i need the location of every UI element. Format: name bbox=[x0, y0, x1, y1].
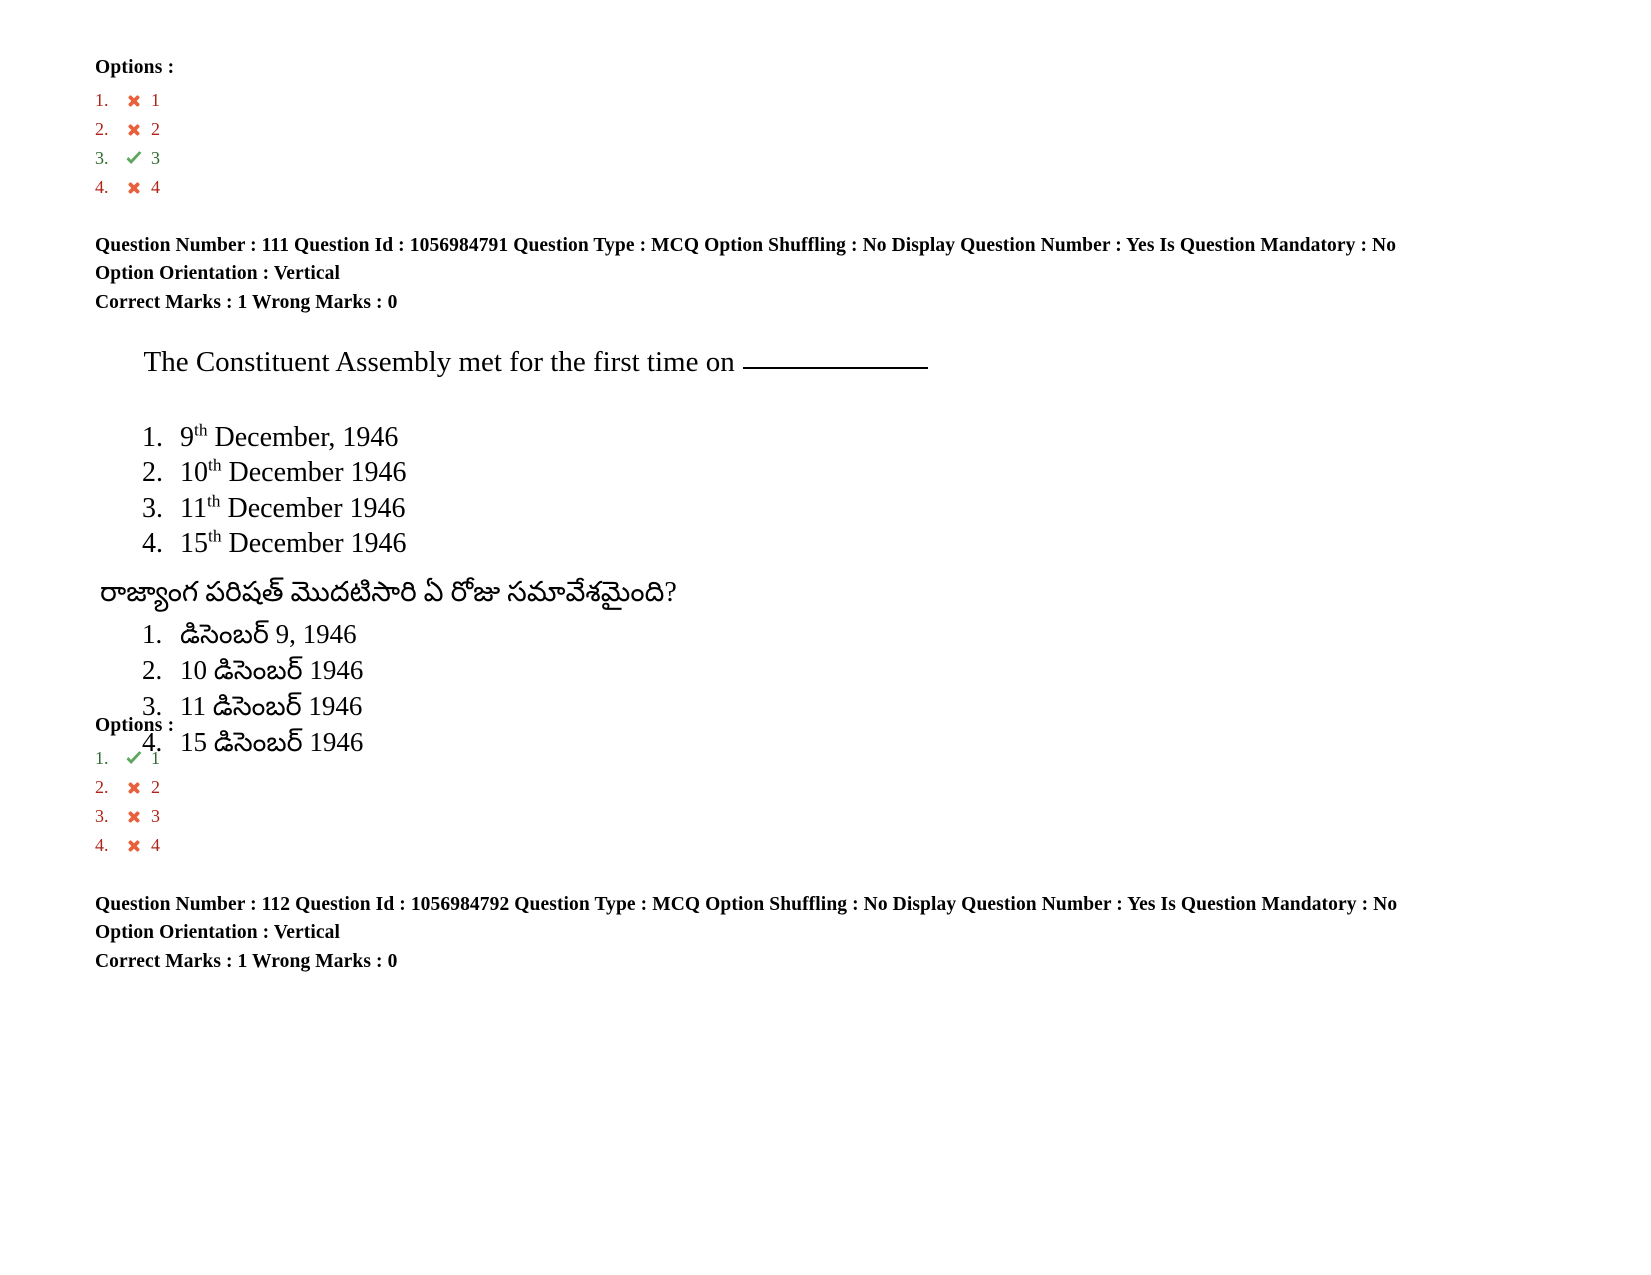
option-value: 4 bbox=[151, 835, 160, 856]
ordinal-suffix: th bbox=[194, 420, 208, 440]
check-icon bbox=[121, 150, 147, 168]
cross-icon bbox=[121, 809, 147, 825]
cross-icon bbox=[121, 838, 147, 854]
option-result-row: 2. 2 bbox=[95, 773, 174, 802]
option-text: 10th December 1946 bbox=[180, 455, 407, 490]
option-text: డిసెంబర్ 9, 1946 bbox=[180, 618, 357, 649]
option-index: 3. bbox=[95, 806, 109, 827]
option-index: 4. bbox=[142, 527, 163, 559]
option-result-row: 4. 4 bbox=[95, 831, 174, 860]
option-index: 2. bbox=[95, 119, 109, 140]
question-option: 3. 11th December 1946 bbox=[142, 491, 928, 526]
options-list: 1. 1 2. 2 3. 3 4. 4 bbox=[95, 744, 174, 860]
question-111-telugu-options: 1. డిసెంబర్ 9, 1946 2. 10 డిసెంబర్ 1946 3. 11… bbox=[100, 616, 928, 761]
question-option: 4. 15th December 1946 bbox=[142, 526, 928, 561]
options-list: 1. 1 2. 2 3. 3 4. 4 bbox=[95, 86, 174, 202]
check-icon bbox=[121, 750, 147, 768]
option-rest: December 1946 bbox=[221, 457, 407, 489]
option-text: 11 డిసెంబర్ 1946 bbox=[180, 690, 363, 721]
option-text: 15th December 1946 bbox=[180, 526, 407, 561]
option-value: 3 bbox=[151, 806, 160, 827]
option-value: 1 bbox=[151, 90, 160, 111]
option-result-row: 1. 1 bbox=[95, 86, 174, 115]
option-text: 10 డిసెంబర్ 1946 bbox=[180, 654, 364, 685]
answer-blank bbox=[742, 367, 928, 370]
question-111-meta-line: Question Number : 111 Question Id : 1056… bbox=[95, 235, 1397, 284]
option-index: 1. bbox=[95, 748, 109, 769]
options-block-top: Options : 1. 1 2. 2 3. 3 4. 4 bbox=[95, 56, 174, 202]
ordinal-suffix: th bbox=[208, 526, 222, 546]
option-value: 2 bbox=[151, 119, 160, 140]
option-result-row: 4. 4 bbox=[95, 173, 174, 202]
cross-icon bbox=[121, 93, 147, 109]
option-index: 3. bbox=[142, 492, 163, 524]
options-heading: Options : bbox=[95, 57, 175, 78]
question-option: 1. 9th December, 1946 bbox=[142, 420, 928, 455]
option-result-row: 2. 2 bbox=[95, 115, 174, 144]
question-111-metadata: Question Number : 111 Question Id : 1056… bbox=[95, 232, 1455, 317]
option-index: 4. bbox=[95, 177, 109, 198]
question-112-metadata: Question Number : 112 Question Id : 1056… bbox=[95, 891, 1455, 976]
option-index: 3. bbox=[95, 148, 109, 169]
option-day: 11 bbox=[180, 492, 207, 524]
cross-icon bbox=[121, 780, 147, 796]
option-value: 4 bbox=[151, 177, 160, 198]
option-index: 1. bbox=[142, 422, 163, 454]
question-option: 4. 15 డిసెంబర్ 1946 bbox=[142, 724, 928, 760]
option-text: 15 డిసెంబర్ 1946 bbox=[180, 727, 364, 758]
option-rest: December 1946 bbox=[221, 527, 407, 559]
option-result-row: 3. 3 bbox=[95, 802, 174, 831]
cross-icon bbox=[121, 122, 147, 138]
option-index: 1. bbox=[142, 618, 163, 649]
question-112-meta-line: Question Number : 112 Question Id : 1056… bbox=[95, 894, 1398, 943]
cross-icon bbox=[121, 180, 147, 196]
option-day: 9 bbox=[180, 422, 194, 454]
options-block-bottom: Options : 1. 1 2. 2 3. 3 4. 4 bbox=[95, 714, 174, 860]
question-option: 1. డిసెంబర్ 9, 1946 bbox=[142, 616, 928, 652]
question-option: 2. 10th December 1946 bbox=[142, 455, 928, 490]
question-option: 2. 10 డిసెంబర్ 1946 bbox=[142, 652, 928, 688]
option-day: 15 bbox=[180, 527, 208, 559]
question-111-english-stem: The Constituent Assembly met for the fir… bbox=[100, 310, 928, 416]
question-111-english-options: 1. 9th December, 1946 2. 10th December 1946… bbox=[100, 420, 928, 561]
option-text: 11th December 1946 bbox=[180, 491, 406, 526]
options-heading: Options : bbox=[95, 715, 175, 736]
question-option: 3. 11 డిసెంబర్ 1946 bbox=[142, 688, 928, 724]
exam-answer-key-page: Options : 1. 1 2. 2 3. 3 4. 4 Question Number :… bbox=[0, 0, 1651, 1275]
option-day: 10 bbox=[180, 457, 208, 489]
option-result-row: 1. 1 bbox=[95, 744, 174, 773]
ordinal-suffix: th bbox=[208, 456, 222, 476]
option-index: 1. bbox=[95, 90, 109, 111]
option-value: 1 bbox=[151, 748, 160, 769]
option-index: 2. bbox=[142, 457, 163, 489]
option-value: 3 bbox=[151, 148, 160, 169]
option-text: 9th December, 1946 bbox=[180, 420, 398, 455]
option-rest: December, 1946 bbox=[207, 422, 399, 454]
ordinal-suffix: th bbox=[206, 491, 221, 511]
option-rest: December 1946 bbox=[220, 492, 406, 524]
question-111-english-stem-text: The Constituent Assembly met for the fir… bbox=[143, 346, 735, 379]
question-111-body: The Constituent Assembly met for the fir… bbox=[100, 310, 928, 760]
option-index: 2. bbox=[95, 777, 109, 798]
option-result-row: 3. 3 bbox=[95, 144, 174, 173]
option-index: 4. bbox=[95, 835, 109, 856]
question-112-marks-line: Correct Marks : 1 Wrong Marks : 0 bbox=[95, 951, 398, 973]
option-index: 2. bbox=[142, 654, 163, 685]
question-111-telugu-stem: రాజ్యాంగ పరిషత్ మొదటిసారి ఏ రోజు సమావేశమ… bbox=[100, 577, 677, 609]
option-value: 2 bbox=[151, 777, 160, 798]
